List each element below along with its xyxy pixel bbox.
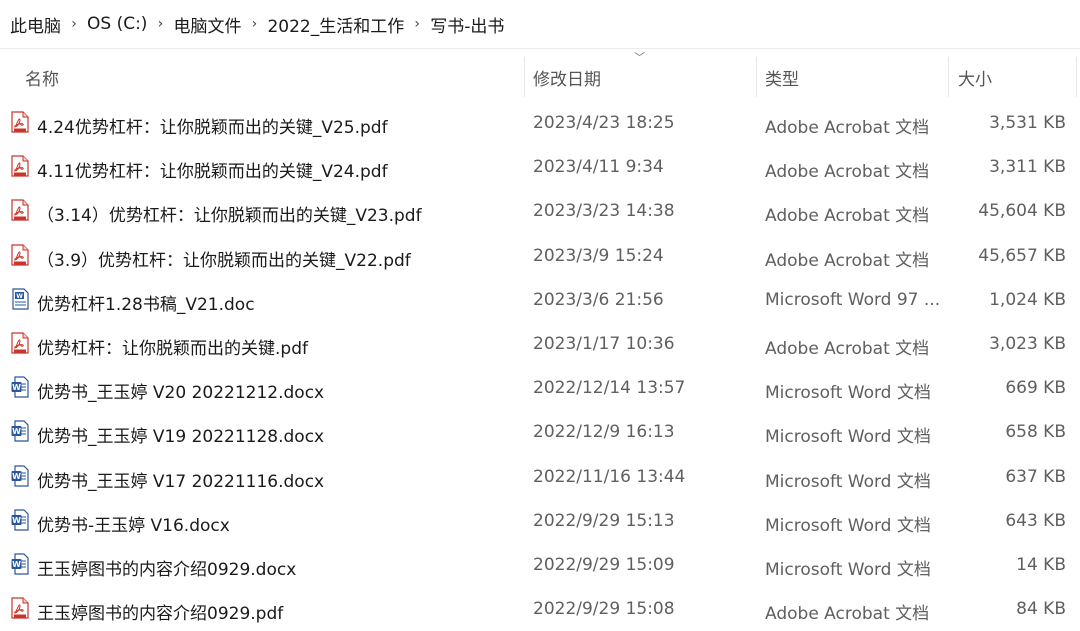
column-divider[interactable] [756,57,757,97]
file-modified-date: 2023/3/9 15:24 [533,245,664,266]
word-icon: W [11,464,29,487]
file-type: Adobe Acrobat 文档 [765,604,930,625]
file-name: 优势书_王玉婷 V19 20221128.docx [37,427,325,448]
file-modified-date: 2022/9/29 15:13 [533,510,675,531]
chevron-right-icon[interactable]: › [404,16,430,32]
file-size: 14 KB [1016,554,1066,575]
file-modified-date: 2023/1/17 10:36 [533,333,675,354]
file-size: 637 KB [1005,466,1066,487]
file-name: （3.14）优势杠杆：让你脱颖而出的关键_V23.pdf [37,206,422,227]
file-modified-date: 2022/11/16 13:44 [533,466,686,487]
column-header-size[interactable]: 大小 [958,65,992,90]
file-modified-date: 2022/12/9 16:13 [533,422,675,443]
file-type: Adobe Acrobat 文档 [765,338,930,359]
file-row[interactable]: 王玉婷图书的内容介绍0929.pdf 2022/9/29 15:08 Adobe A… [0,587,1080,631]
word-icon: W [11,509,29,531]
file-size: 3,023 KB [989,333,1066,354]
file-size: 3,531 KB [989,113,1066,133]
file-name: 4.11优势杠杆：让你脱颖而出的关键_V24.pdf [37,162,388,183]
column-divider[interactable] [1076,57,1077,97]
pdf-icon [11,199,29,221]
breadcrumb: 此电脑 › OS (C:) › 电脑文件 › 2022_生活和工作 › 写书-出… [0,0,1080,49]
file-row[interactable]: W 优势杠杆1.28书稿_V21.doc 2023/3/6 21:56 Microso… [0,278,1080,322]
file-size: 84 KB [1016,599,1066,620]
file-size: 658 KB [1005,422,1066,443]
file-row[interactable]: W 优势书_王玉婷 V20 20221212.docx 2022/12/14 13:… [0,366,1080,410]
file-size: 3,311 KB [989,157,1066,178]
file-name: 4.24优势杠杆：让你脱颖而出的关键_V25.pdf [37,118,388,138]
file-row[interactable]: 4.11优势杠杆：让你脱颖而出的关键_V24.pdf 2023/4/11 9:34… [0,145,1080,189]
chevron-right-icon[interactable]: › [61,16,87,32]
breadcrumb-drive-c[interactable]: OS (C:) [87,14,147,34]
file-row[interactable]: 4.24优势杠杆：让你脱颖而出的关键_V25.pdf 2023/4/23 18:2… [0,101,1080,145]
svg-text:W: W [12,560,21,569]
file-name: 优势杠杆1.28书稿_V21.doc [37,294,255,315]
word-icon: W [11,420,29,442]
column-divider[interactable] [948,57,949,97]
file-modified-date: 2023/4/23 18:25 [533,113,675,133]
file-row[interactable]: （3.9）优势杠杆：让你脱颖而出的关键_V22.pdf 2023/3/9 15:2… [0,234,1080,278]
file-row[interactable]: （3.14）优势杠杆：让你脱颖而出的关键_V23.pdf 2023/3/23 14… [0,189,1080,233]
svg-text:W: W [16,293,23,300]
svg-text:W: W [12,383,21,392]
file-type: Microsoft Word 97 ... [765,289,941,310]
chevron-right-icon[interactable]: › [241,16,267,32]
file-size: 45,604 KB [978,201,1066,222]
word-doc-icon: W [11,288,29,310]
file-row[interactable]: W 优势书_王玉婷 V17 20221116.docx 2022/11/16 13:… [0,455,1080,499]
svg-text:W: W [12,472,21,481]
column-header-name[interactable]: 名称 [25,65,59,90]
file-modified-date: 2023/3/6 21:56 [533,289,664,310]
pdf-icon [11,332,29,354]
file-name: 优势书_王玉婷 V20 20221212.docx [37,383,325,404]
pdf-icon [11,111,29,133]
file-type: Adobe Acrobat 文档 [765,206,930,227]
word-icon: W [11,376,29,398]
breadcrumb-life-and-work[interactable]: 2022_生活和工作 [267,12,404,37]
file-size: 45,657 KB [978,245,1066,266]
breadcrumb-computer-files[interactable]: 电脑文件 [173,12,241,37]
file-row[interactable]: 优势杠杆：让你脱颖而出的关键.pdf 2023/1/17 10:36 Adobe A… [0,322,1080,366]
pdf-icon [11,597,29,619]
file-type: Microsoft Word 文档 [765,427,931,448]
file-name: 王玉婷图书的内容介绍0929.pdf [37,604,284,625]
file-name: 优势书_王玉婷 V17 20221116.docx [37,471,325,492]
svg-text:W: W [12,427,21,436]
file-name: 优势书-王玉婷 V16.docx [37,515,230,536]
column-header-row: 名称 ﹀ 修改日期 类型 大小 [0,49,1080,101]
file-list: 4.24优势杠杆：让你脱颖而出的关键_V25.pdf 2023/4/23 18:2… [0,101,1080,631]
file-size: 1,024 KB [989,289,1066,310]
file-type: Microsoft Word 文档 [765,383,931,404]
svg-text:W: W [12,516,21,525]
file-name: （3.9）优势杠杆：让你脱颖而出的关键_V22.pdf [37,250,411,271]
file-type: Adobe Acrobat 文档 [765,250,930,271]
file-type: Adobe Acrobat 文档 [765,118,930,138]
breadcrumb-this-pc[interactable]: 此电脑 [10,12,61,37]
file-type: Microsoft Word 文档 [765,471,931,492]
file-size: 669 KB [1005,378,1066,399]
file-name: 优势杠杆：让你脱颖而出的关键.pdf [37,338,308,359]
sort-descending-icon: ﹀ [634,51,645,64]
file-modified-date: 2022/9/29 15:08 [533,599,675,620]
file-modified-date: 2022/12/14 13:57 [533,378,686,399]
column-header-date[interactable]: 修改日期 [533,65,601,90]
chevron-right-icon[interactable]: › [147,16,173,32]
file-modified-date: 2022/9/29 15:09 [533,554,675,575]
file-row[interactable]: W 王玉婷图书的内容介绍0929.docx 2022/9/29 15:09 Micro… [0,543,1080,587]
file-type: Adobe Acrobat 文档 [765,162,930,183]
file-row[interactable]: W 优势书_王玉婷 V19 20221128.docx 2022/12/9 16:1… [0,410,1080,454]
pdf-icon [11,155,29,177]
pdf-icon [11,243,29,266]
breadcrumb-writing-books[interactable]: 写书-出书 [430,12,504,37]
word-icon: W [11,553,29,575]
file-size: 643 KB [1005,510,1066,531]
file-modified-date: 2023/3/23 14:38 [533,201,675,222]
file-type: Microsoft Word 文档 [765,559,931,580]
file-modified-date: 2023/4/11 9:34 [533,157,664,178]
file-row[interactable]: W 优势书-王玉婷 V16.docx 2022/9/29 15:13 Microsof… [0,499,1080,543]
file-name: 王玉婷图书的内容介绍0929.docx [37,559,297,580]
column-header-type[interactable]: 类型 [765,65,799,90]
file-type: Microsoft Word 文档 [765,515,931,536]
column-divider[interactable] [524,57,525,97]
